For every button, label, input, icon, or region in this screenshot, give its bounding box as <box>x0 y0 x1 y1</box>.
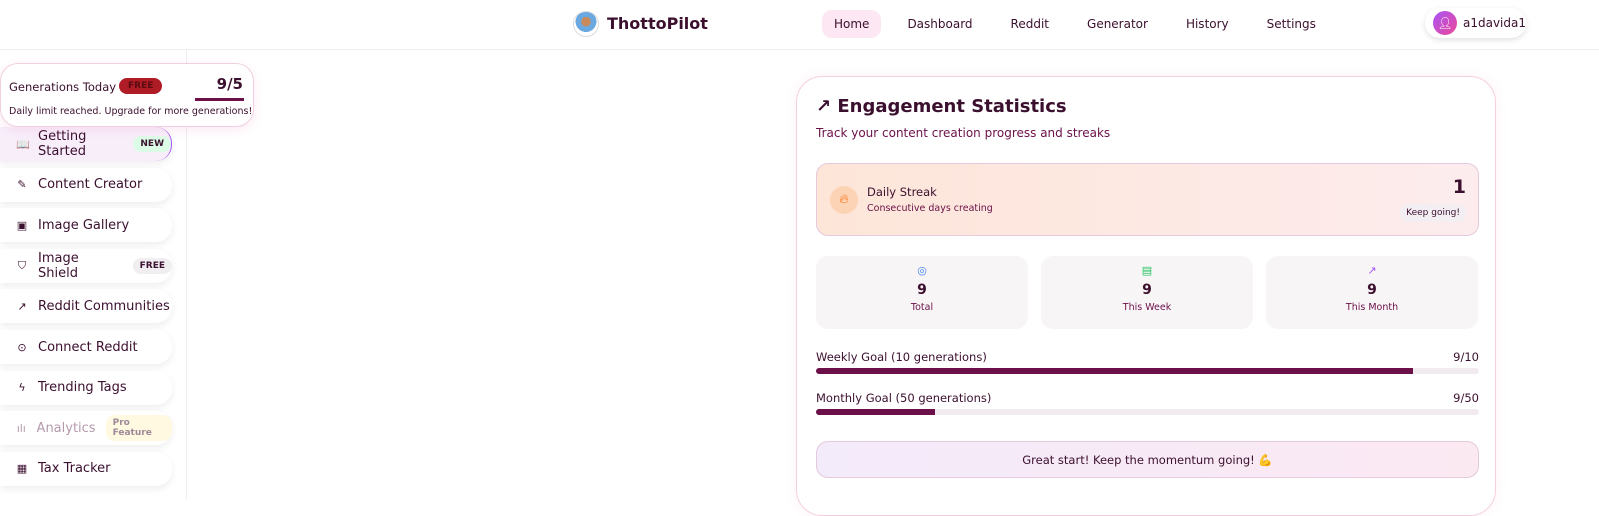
sidebar-item-connect-reddit[interactable]: ⊙ Connect Reddit <box>0 330 172 364</box>
sidebar-item-label: Connect Reddit <box>38 339 138 355</box>
stat-card-total: ◎ 9 Total <box>816 256 1028 329</box>
daily-streak-panel: 🔥︎ Daily Streak Consecutive days creatin… <box>816 163 1479 236</box>
nav-generator[interactable]: Generator <box>1075 10 1160 38</box>
stat-card-this-month: ↗ 9 This Month <box>1266 256 1478 329</box>
engagement-statistics-card: ↗ Engagement Statistics Track your conte… <box>796 76 1496 516</box>
nav-history[interactable]: History <box>1174 10 1241 38</box>
card-subtitle: Track your content creation progress and… <box>816 126 1111 140</box>
generations-today-card: Generations Today FREE 9/5 Daily limit r… <box>0 63 254 127</box>
user-icon: 👤︎ <box>1433 11 1457 35</box>
sidebar-item-label: Getting Started <box>38 129 87 159</box>
top-header: ThottoPilot Home Dashboard Reddit Genera… <box>0 0 1599 50</box>
sidebar-item-tax-tracker[interactable]: ▦ Tax Tracker <box>0 451 172 486</box>
sidebar-item-tag: Pro Feature <box>105 415 172 442</box>
limit-message: Daily limit reached. Upgrade for more ge… <box>9 106 253 117</box>
sidebar-item-label: Reddit Communities <box>38 298 170 314</box>
nav-home[interactable]: Home <box>822 10 882 38</box>
sidebar-item-label: Trending Tags <box>38 380 127 396</box>
zap-icon: ϟ <box>18 381 26 395</box>
brand-name[interactable]: ThottoPilot <box>607 14 708 33</box>
nav-dashboard[interactable]: Dashboard <box>895 10 984 38</box>
stat-label: This Week <box>1122 302 1172 313</box>
weekly-goal-fill <box>816 368 1413 374</box>
stat-cards: ◎ 9 Total ▤ 9 This Week ↗ 9 This Month <box>816 256 1478 329</box>
calculator-icon: ▦ <box>16 462 28 476</box>
weekly-goal: Weekly Goal (10 generations) 9/10 <box>816 350 1479 374</box>
monthly-goal-fill <box>816 409 936 415</box>
target-icon: ◎ <box>917 264 927 277</box>
streak-badge: Keep going! <box>1400 204 1466 222</box>
trending-up-icon: ↗ <box>1367 264 1377 277</box>
image-icon: ▣ <box>16 218 28 232</box>
main-nav: Home Dashboard Reddit Generator History … <box>822 10 1338 38</box>
sidebar-item-label: Tax Tracker <box>38 461 111 477</box>
nav-settings[interactable]: Settings <box>1255 10 1328 38</box>
calendar-icon: ▤ <box>1141 264 1153 277</box>
stat-value: 9 <box>1142 282 1152 298</box>
bar-chart-icon: ılı <box>16 421 26 435</box>
stat-label: This Month <box>1345 302 1399 313</box>
weekly-goal-label: Weekly Goal (10 generations) <box>816 350 987 364</box>
pen-icon: ✎ <box>17 178 27 192</box>
sidebar-item-label: Content Creator <box>38 177 143 193</box>
sidebar-item-trending-tags[interactable]: ϟ Trending Tags <box>0 370 172 405</box>
generations-progress <box>195 98 244 101</box>
weekly-goal-value: 9/10 <box>1453 350 1479 364</box>
sidebar-item-label: Image Gallery <box>38 217 130 233</box>
trending-up-icon: ↗ <box>816 96 838 117</box>
sidebar-item-reddit-communities[interactable]: ↗ Reddit Communities <box>0 289 172 324</box>
streak-subtitle: Consecutive days creating <box>867 203 993 214</box>
shield-icon: ⛉ <box>17 258 27 272</box>
monthly-goal: Monthly Goal (50 generations) 9/50 <box>816 391 1479 415</box>
book-icon: 📖 <box>16 137 30 151</box>
weekly-goal-bar <box>816 368 1479 374</box>
user-menu[interactable]: 👤︎ a1davida1 <box>1425 8 1526 38</box>
stat-value: 9 <box>917 282 927 298</box>
card-title-text: Engagement Statistics <box>837 96 1067 117</box>
play-circle-icon: ⊙ <box>17 340 27 354</box>
sidebar-item-analytics[interactable]: ılı Analytics Pro Feature <box>0 411 172 446</box>
stat-card-this-week: ▤ 9 This Week <box>1041 256 1253 329</box>
logo[interactable] <box>573 11 599 37</box>
sidebar-item-content-creator[interactable]: ✎ Content Creator <box>0 167 172 202</box>
sidebar-item-label: Analytics <box>36 420 96 436</box>
monthly-goal-bar <box>816 409 1479 415</box>
nav-reddit[interactable]: Reddit <box>999 10 1061 38</box>
sidebar-item-image-gallery[interactable]: ▣ Image Gallery <box>0 208 172 243</box>
sidebar-item-getting-started[interactable]: 📖 Getting Started NEW <box>0 127 172 161</box>
username: a1davida1 <box>1463 16 1526 30</box>
motivation-message: Great start! Keep the momentum going! 💪 <box>816 441 1479 478</box>
monthly-goal-value: 9/50 <box>1453 391 1479 405</box>
sidebar-item-image-shield[interactable]: ⛉ Image Shield FREE <box>0 248 172 283</box>
trending-icon: ↗ <box>17 299 27 313</box>
streak-label: Daily Streak <box>867 185 937 199</box>
flame-icon: 🔥︎ <box>830 186 858 214</box>
stat-label: Total <box>910 302 934 313</box>
generations-count: 9/5 <box>216 75 243 93</box>
plan-badge: FREE <box>119 78 163 94</box>
card-title: ↗ Engagement Statistics <box>816 96 1067 117</box>
sidebar-item-label: Image Shield <box>37 250 79 281</box>
sidebar-item-tag: NEW <box>133 136 171 152</box>
stat-value: 9 <box>1367 282 1377 298</box>
sidebar-item-tag: FREE <box>132 257 172 274</box>
streak-value: 1 <box>1452 176 1466 198</box>
monthly-goal-label: Monthly Goal (50 generations) <box>816 391 992 405</box>
generations-label: Generations Today <box>9 80 117 94</box>
